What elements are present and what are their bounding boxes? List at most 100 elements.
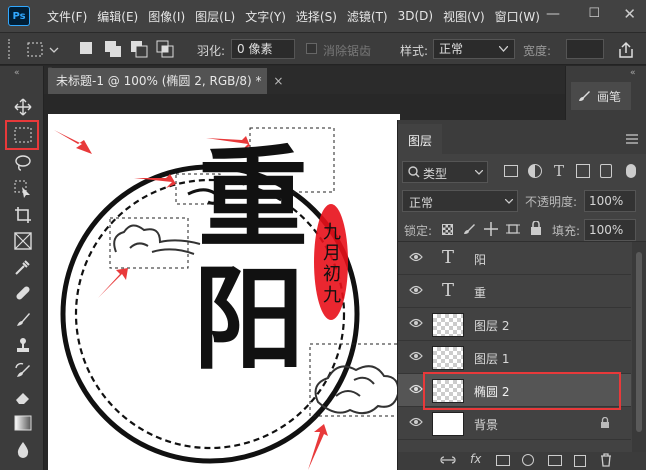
close-window-button[interactable]: ✕ xyxy=(623,5,636,23)
panel-grip xyxy=(8,39,22,59)
filter-toggle-icon[interactable] xyxy=(626,164,636,178)
new-group-icon[interactable] xyxy=(548,455,562,466)
document-tab-title: 未标题-1 @ 100% (椭圆 2, RGB/8) * xyxy=(56,74,262,88)
scrollbar-thumb[interactable] xyxy=(636,252,642,432)
marquee-selection xyxy=(109,217,189,269)
fill-input[interactable]: 100% xyxy=(584,219,636,241)
layers-footer: fx xyxy=(398,452,646,470)
lasso-tool-icon[interactable] xyxy=(12,152,34,174)
add-selection-icon[interactable] xyxy=(104,40,122,58)
minimize-button[interactable]: — xyxy=(546,6,560,22)
layer-row-background[interactable]: 背景 xyxy=(398,407,631,440)
link-layers-icon[interactable] xyxy=(440,455,456,465)
layer-row-layer2[interactable]: 图层 2 xyxy=(398,308,631,341)
menu-select[interactable]: 选择(S) xyxy=(291,8,342,25)
eyedropper-tool-icon[interactable] xyxy=(12,256,34,278)
collapse-dock-icon[interactable]: « xyxy=(630,68,636,78)
lock-icon xyxy=(601,417,609,428)
width-label: 宽度: xyxy=(523,44,552,58)
new-selection-icon[interactable] xyxy=(80,42,92,54)
lock-artboard-icon[interactable] xyxy=(506,222,520,236)
menu-filter[interactable]: 滤镜(T) xyxy=(342,8,393,25)
eye-icon[interactable] xyxy=(409,318,423,328)
panel-menu-icon[interactable] xyxy=(626,134,638,144)
menu-image[interactable]: 图像(I) xyxy=(143,8,190,25)
filter-adjustment-icon[interactable] xyxy=(528,164,542,178)
filter-smartobject-icon[interactable] xyxy=(600,164,612,178)
menu-file[interactable]: 文件(F) xyxy=(42,8,92,25)
eye-icon[interactable] xyxy=(409,351,423,361)
seal-char: 月 xyxy=(323,243,341,264)
menu-3d[interactable]: 3D(D) xyxy=(393,9,438,23)
delete-layer-icon[interactable] xyxy=(600,453,612,467)
menu-layer[interactable]: 图层(L) xyxy=(190,8,240,25)
calligraphy-char-top: 重 xyxy=(198,134,308,263)
object-selection-tool-icon[interactable] xyxy=(12,178,34,200)
options-bar: 羽化: 0 像素 消除锯齿 样式: 正常 宽度: xyxy=(0,32,646,65)
style-select[interactable]: 正常 xyxy=(433,39,515,59)
seal-char: 初 xyxy=(323,264,341,285)
blend-mode-select[interactable]: 正常 xyxy=(402,190,518,212)
layer-row-yang[interactable]: T 阳 xyxy=(398,242,631,275)
menu-window[interactable]: 窗口(W) xyxy=(490,8,545,25)
lock-transparent-icon[interactable] xyxy=(442,224,453,235)
layers-tab-label: 图层 xyxy=(408,134,433,148)
crop-tool-icon[interactable] xyxy=(12,204,34,226)
layer-filter-value: 类型 xyxy=(423,167,448,181)
move-tool-icon[interactable] xyxy=(12,96,34,118)
lock-all-icon[interactable] xyxy=(530,221,542,236)
lock-move-icon[interactable] xyxy=(484,222,498,236)
clone-stamp-tool-icon[interactable] xyxy=(12,334,34,356)
antialias-checkbox[interactable] xyxy=(306,43,317,54)
opacity-value: 100% xyxy=(589,194,624,208)
layer-row-layer1[interactable]: 图层 1 xyxy=(398,341,631,374)
history-brush-tool-icon[interactable] xyxy=(12,360,34,382)
collapse-arrows-icon[interactable]: « xyxy=(14,68,20,78)
seal-char: 九 xyxy=(323,222,341,243)
subtract-selection-icon[interactable] xyxy=(130,40,148,58)
gradient-tool-icon[interactable] xyxy=(12,412,34,434)
layer-filter-select[interactable]: 类型 xyxy=(402,161,488,183)
eye-icon[interactable] xyxy=(409,285,423,295)
filter-type-icon[interactable]: T xyxy=(554,162,564,180)
rectangular-marquee-tool-icon[interactable] xyxy=(12,124,34,146)
layer-list-scrollbar[interactable] xyxy=(632,242,646,454)
filter-pixel-icon[interactable] xyxy=(504,165,518,177)
menu-view[interactable]: 视图(V) xyxy=(438,8,490,25)
tools-panel: « xyxy=(0,66,44,470)
brush-tool-icon[interactable] xyxy=(12,308,34,330)
blur-tool-icon[interactable] xyxy=(12,438,34,460)
opacity-input[interactable]: 100% xyxy=(584,190,636,212)
brush-panel-button[interactable]: 画笔 xyxy=(571,82,631,110)
tool-preset-picker[interactable] xyxy=(26,40,62,60)
frame-tool-icon[interactable] xyxy=(12,230,34,252)
filter-shape-icon[interactable] xyxy=(576,164,590,178)
close-tab-icon[interactable]: × xyxy=(273,74,283,88)
layers-panel-header: 图层 xyxy=(398,120,646,154)
chevron-down-icon xyxy=(475,170,483,175)
menu-type[interactable]: 文字(Y) xyxy=(240,8,291,25)
intersect-selection-icon[interactable] xyxy=(156,40,174,58)
document-tab[interactable]: 未标题-1 @ 100% (椭圆 2, RGB/8) * × xyxy=(48,68,283,94)
layer-row-chong[interactable]: T 重 xyxy=(398,275,631,308)
eye-icon[interactable] xyxy=(409,384,423,394)
new-layer-icon[interactable] xyxy=(574,455,586,467)
maximize-button[interactable]: ☐ xyxy=(588,6,600,21)
menu-edit[interactable]: 编辑(E) xyxy=(92,8,143,25)
cloud-ornament-left xyxy=(113,224,201,255)
opacity-label: 不透明度: xyxy=(525,195,578,209)
fx-button[interactable]: fx xyxy=(470,452,481,466)
feather-input[interactable]: 0 像素 xyxy=(231,39,295,59)
add-mask-icon[interactable] xyxy=(496,455,510,466)
lock-paint-icon[interactable] xyxy=(462,222,476,236)
layers-tab[interactable]: 图层 xyxy=(398,124,442,154)
eye-icon[interactable] xyxy=(409,252,423,262)
eye-icon[interactable] xyxy=(409,417,423,427)
document-canvas[interactable]: 重 阳 九 月 初 九 xyxy=(48,114,400,470)
adjustment-layer-icon[interactable] xyxy=(522,454,534,466)
eraser-tool-icon[interactable] xyxy=(12,386,34,408)
width-input[interactable] xyxy=(566,39,604,59)
share-icon[interactable] xyxy=(616,40,636,60)
photoshop-logo: Ps xyxy=(8,6,30,26)
healing-brush-tool-icon[interactable] xyxy=(12,282,34,304)
